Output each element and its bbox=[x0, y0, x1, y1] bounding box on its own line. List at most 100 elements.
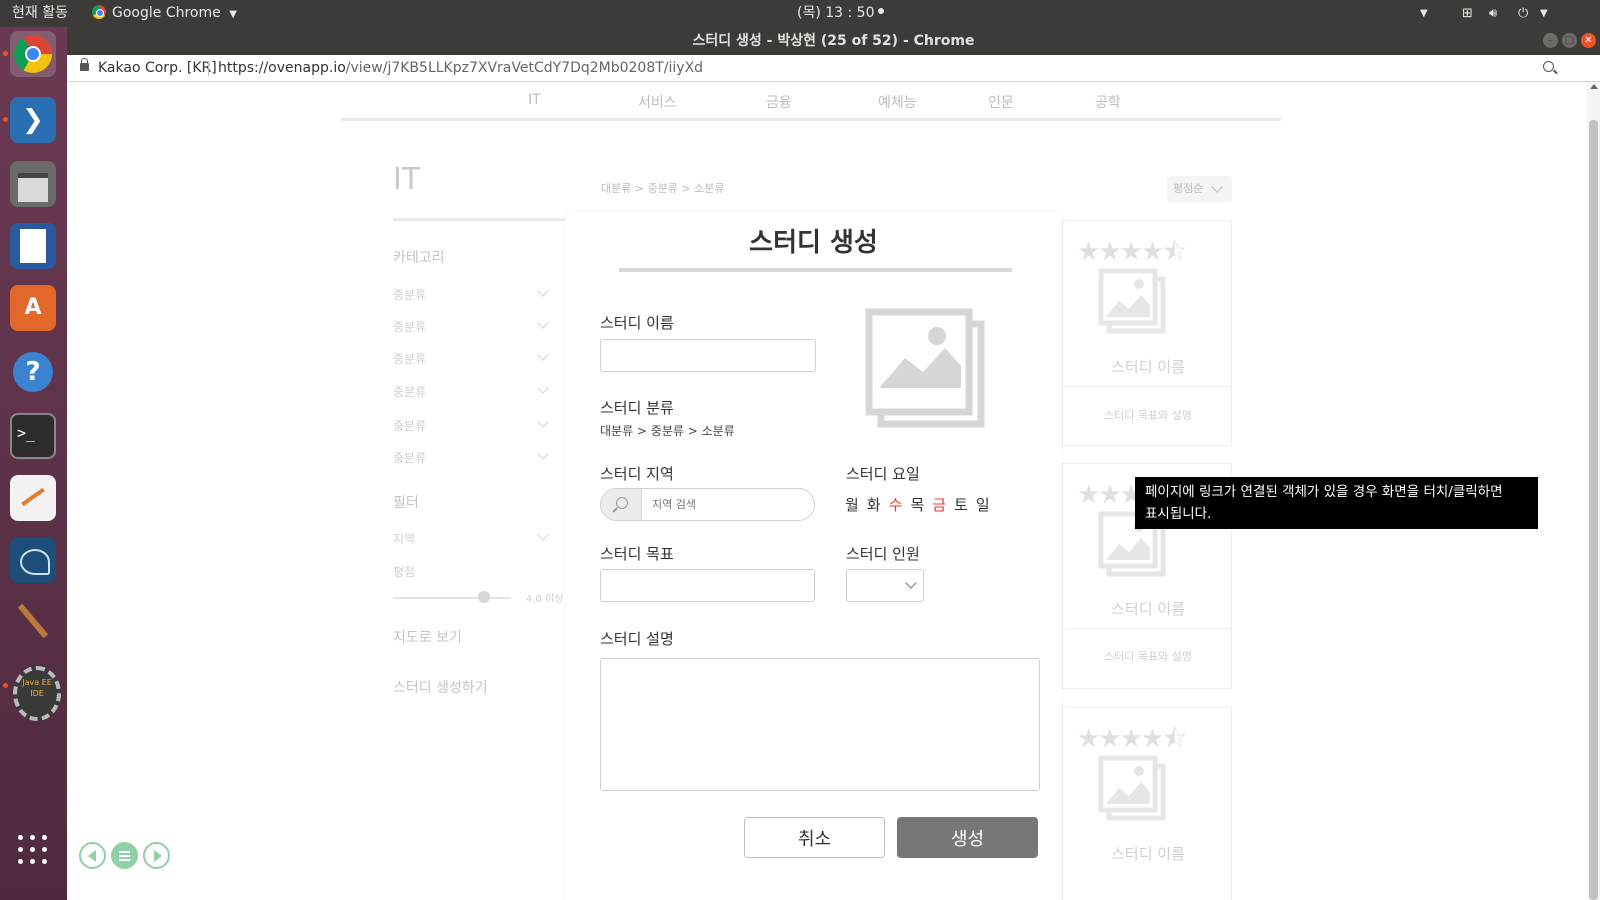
chevron-down-icon[interactable] bbox=[537, 317, 549, 329]
mysql-workbench-icon[interactable] bbox=[10, 537, 56, 583]
vscode-icon[interactable] bbox=[3, 97, 56, 143]
subcategory-item[interactable]: 중분류 bbox=[393, 383, 426, 400]
site-identity[interactable]: Kakao Corp. [KR] bbox=[98, 55, 217, 82]
study-card[interactable]: ★★★★⯪ 스터디 이름 bbox=[1062, 707, 1232, 900]
day-toggle[interactable]: 일 bbox=[976, 496, 990, 514]
chevron-down-icon[interactable] bbox=[537, 448, 549, 460]
writer-icon[interactable] bbox=[10, 223, 56, 269]
zoom-icon[interactable] bbox=[1543, 61, 1554, 72]
card-description: 스터디 목표와 설명 bbox=[1104, 650, 1192, 663]
url-host: https://ovenapp.io bbox=[218, 60, 346, 76]
region-search-input[interactable] bbox=[642, 489, 814, 520]
sort-dropdown[interactable]: 평점순 bbox=[1167, 176, 1232, 202]
terminal-icon[interactable] bbox=[10, 413, 56, 459]
study-card[interactable]: ★★★★⯪ 스터디 이름 스터디 목표와 설명 bbox=[1062, 220, 1232, 446]
power-icon[interactable]: ⏻ bbox=[1518, 0, 1528, 27]
rating-slider-handle[interactable] bbox=[478, 591, 490, 603]
region-filter[interactable]: 지역 bbox=[393, 530, 415, 547]
day-toggle[interactable]: 화 bbox=[867, 496, 881, 514]
network-icon[interactable]: ⊞ bbox=[1462, 0, 1473, 27]
show-apps-icon[interactable] bbox=[10, 827, 56, 873]
category-tab[interactable]: 서비스 bbox=[638, 92, 677, 112]
divider bbox=[341, 118, 1281, 121]
study-description-input[interactable] bbox=[600, 658, 1040, 791]
day-toggle[interactable]: 토 bbox=[954, 496, 968, 514]
subcategory-item[interactable]: 중분류 bbox=[393, 318, 426, 335]
image-placeholder-icon bbox=[1098, 755, 1166, 821]
subcategory-item[interactable]: 중분류 bbox=[393, 286, 426, 303]
region-search[interactable] bbox=[600, 488, 815, 521]
chevron-down-icon[interactable]: ▼ bbox=[1420, 0, 1428, 27]
day-toggle[interactable]: 월 bbox=[845, 496, 859, 514]
modal-title: 스터디 생성 bbox=[749, 228, 878, 258]
chevron-down-icon[interactable] bbox=[537, 382, 549, 394]
scrollbar-thumb[interactable] bbox=[1589, 120, 1598, 900]
subcategory-item[interactable]: 중분류 bbox=[393, 350, 426, 367]
category-tab[interactable]: IT bbox=[528, 92, 541, 108]
study-goal-input[interactable] bbox=[600, 569, 815, 602]
chevron-down-icon[interactable] bbox=[537, 349, 549, 361]
paint-icon[interactable] bbox=[10, 599, 56, 645]
category-heading: 카테고리 bbox=[393, 250, 445, 266]
scrollbar[interactable] bbox=[1587, 82, 1600, 900]
study-name-label: 스터디 이름 bbox=[600, 314, 674, 332]
category-tab[interactable]: 금융 bbox=[766, 92, 792, 112]
category-breadcrumb[interactable]: 대분류 > 중분류 > 소분류 bbox=[600, 422, 735, 439]
volume-icon[interactable]: 🔊︎ bbox=[1489, 0, 1497, 27]
category-tab[interactable]: 공학 bbox=[1095, 92, 1121, 112]
previous-page-button[interactable] bbox=[79, 842, 106, 869]
address-bar[interactable]: Kakao Corp. [KR] https://ovenapp.io/view… bbox=[67, 55, 1600, 82]
activities-button[interactable]: 현재 활동 bbox=[12, 0, 68, 27]
create-button[interactable]: 생성 bbox=[897, 817, 1038, 858]
maximize-button[interactable]: □ bbox=[1562, 33, 1577, 48]
scroll-up-icon[interactable] bbox=[1590, 84, 1598, 89]
lock-icon[interactable] bbox=[80, 58, 89, 71]
day-toggle[interactable]: 수 bbox=[889, 496, 903, 514]
chevron-down-icon bbox=[905, 577, 917, 589]
close-button[interactable]: ✕ bbox=[1581, 33, 1596, 48]
next-page-button[interactable] bbox=[143, 842, 170, 869]
chevron-down-icon[interactable] bbox=[537, 285, 549, 297]
software-center-icon[interactable] bbox=[10, 285, 56, 331]
chrome-icon bbox=[92, 5, 106, 19]
search-button[interactable] bbox=[601, 489, 642, 520]
chevron-down-icon[interactable]: ▼ bbox=[1540, 0, 1548, 27]
java-ee-ide-icon[interactable] bbox=[3, 663, 61, 721]
url-field[interactable]: https://ovenapp.io/view/j7KB5LLKpz7XVraV… bbox=[218, 55, 703, 82]
category-tab[interactable]: 예체능 bbox=[878, 92, 917, 112]
minimize-button[interactable]: – bbox=[1543, 33, 1558, 48]
image-placeholder-icon bbox=[1098, 268, 1166, 334]
create-study-link[interactable]: 스터디 생성하기 bbox=[393, 677, 488, 697]
chevron-down-icon[interactable] bbox=[537, 416, 549, 428]
tooltip-text-line2: 표시됩니다. bbox=[1145, 506, 1212, 522]
page-list-button[interactable] bbox=[111, 842, 138, 869]
map-view-link[interactable]: 지도로 보기 bbox=[393, 627, 462, 647]
app-menu[interactable]: Google Chrome ▼ bbox=[92, 0, 237, 27]
window-title: 스터디 생성 - 박상현 (25 of 52) - Chrome bbox=[692, 33, 975, 49]
chevron-down-icon[interactable] bbox=[537, 529, 549, 541]
day-toggle[interactable]: 금 bbox=[932, 496, 946, 514]
subcategory-item[interactable]: 중분류 bbox=[393, 417, 426, 434]
breadcrumb: 대분류 > 중분류 > 소분류 bbox=[601, 182, 725, 195]
files-icon[interactable] bbox=[10, 161, 56, 207]
cancel-button[interactable]: 취소 bbox=[744, 817, 885, 858]
url-path: /view/j7KB5LLKpz7XVraVetCdY7Dq2Mb0208T/i… bbox=[345, 60, 704, 76]
category-tab[interactable]: 인문 bbox=[988, 92, 1014, 112]
rating-filter-label: 평점 bbox=[393, 565, 416, 579]
help-icon[interactable] bbox=[10, 349, 56, 395]
rating-slider[interactable] bbox=[393, 597, 511, 599]
text-editor-icon[interactable] bbox=[10, 475, 56, 521]
system-top-panel: 현재 활동 Google Chrome ▼ (목) 13 : 50 ▼ ⊞ 🔊︎… bbox=[0, 0, 1600, 27]
people-count-select[interactable] bbox=[846, 569, 924, 602]
image-upload-icon[interactable] bbox=[865, 308, 985, 428]
notification-dot-icon bbox=[877, 8, 884, 14]
clock[interactable]: (목) 13 : 50 bbox=[797, 0, 884, 27]
study-days-label: 스터디 요일 bbox=[846, 465, 920, 483]
day-selector: 월화수목금토일 bbox=[845, 494, 998, 515]
subcategory-item[interactable]: 중분류 bbox=[393, 449, 426, 466]
study-name-input[interactable] bbox=[600, 339, 816, 372]
divider bbox=[208, 61, 209, 76]
chrome-icon[interactable] bbox=[3, 31, 56, 77]
card-description: 스터디 목표와 설명 bbox=[1104, 409, 1192, 422]
day-toggle[interactable]: 목 bbox=[910, 496, 924, 514]
